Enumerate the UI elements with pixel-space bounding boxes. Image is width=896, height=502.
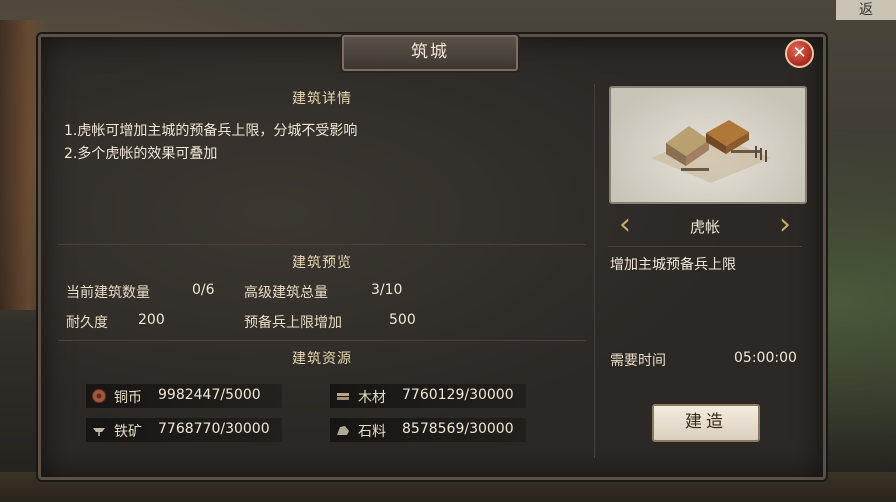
building-thumbnail	[609, 86, 807, 204]
info-pane: 建筑详情 1.虎帐可增加主城的预备兵上限，分城不受影响 2.多个虎帐的效果可叠加…	[58, 82, 586, 460]
dialog-title: 筑城	[342, 35, 518, 71]
divider	[594, 84, 595, 458]
divider	[608, 246, 802, 247]
building-pane: ‹ 虎帐 › 增加主城预备兵上限 需要时间 05:00:00 建造	[604, 82, 807, 460]
stone-icon	[337, 426, 349, 435]
resource-value: 7768770/30000	[158, 421, 270, 437]
copper-coin-icon	[92, 389, 106, 403]
detail-line-1: 1.虎帐可增加主城的预备兵上限，分城不受影响	[64, 123, 358, 139]
resource-value: 8578569/30000	[402, 421, 514, 437]
build-button[interactable]: 建造	[652, 404, 760, 442]
build-time-value: 05:00:00	[734, 350, 797, 366]
stat-value-current-count: 0/6	[192, 282, 215, 298]
close-button[interactable]: ✕	[785, 39, 814, 68]
resource-stone: 石料 8578569/30000	[330, 418, 526, 442]
stat-value-durability: 200	[138, 312, 165, 328]
preview-heading: 建筑预览	[292, 255, 352, 271]
next-building-arrow[interactable]: ›	[776, 210, 794, 242]
stat-label-reserve-increase: 预备兵上限增加	[244, 315, 342, 331]
resources-heading: 建筑资源	[292, 351, 352, 367]
stat-label-advanced-total: 高级建筑总量	[244, 285, 328, 301]
return-button-hint[interactable]: 返	[836, 0, 896, 20]
resource-wood: 木材 7760129/30000	[330, 384, 526, 408]
tiger-tent-building-image	[651, 120, 771, 183]
stat-label-current-count: 当前建筑数量	[66, 285, 150, 301]
building-description: 增加主城预备兵上限	[610, 257, 736, 273]
details-heading: 建筑详情	[292, 91, 352, 107]
resource-value: 7760129/30000	[402, 387, 514, 403]
build-time-label: 需要时间	[610, 353, 666, 369]
resource-iron: 铁矿 7768770/30000	[86, 418, 282, 442]
iron-ore-icon	[93, 428, 105, 436]
divider	[58, 244, 586, 245]
stat-label-durability: 耐久度	[66, 315, 108, 331]
resource-name: 石料	[358, 424, 386, 440]
resource-name: 铜币	[114, 390, 142, 406]
stat-value-advanced-total: 3/10	[371, 282, 403, 298]
resource-name: 铁矿	[114, 424, 142, 440]
divider	[58, 340, 586, 341]
resource-value: 9982447/5000	[158, 387, 261, 403]
resource-copper: 铜币 9982447/5000	[86, 384, 282, 408]
wood-icon	[337, 393, 349, 400]
detail-line-2: 2.多个虎帐的效果可叠加	[64, 146, 218, 162]
stat-value-reserve-increase: 500	[389, 312, 416, 328]
resource-name: 木材	[358, 390, 386, 406]
